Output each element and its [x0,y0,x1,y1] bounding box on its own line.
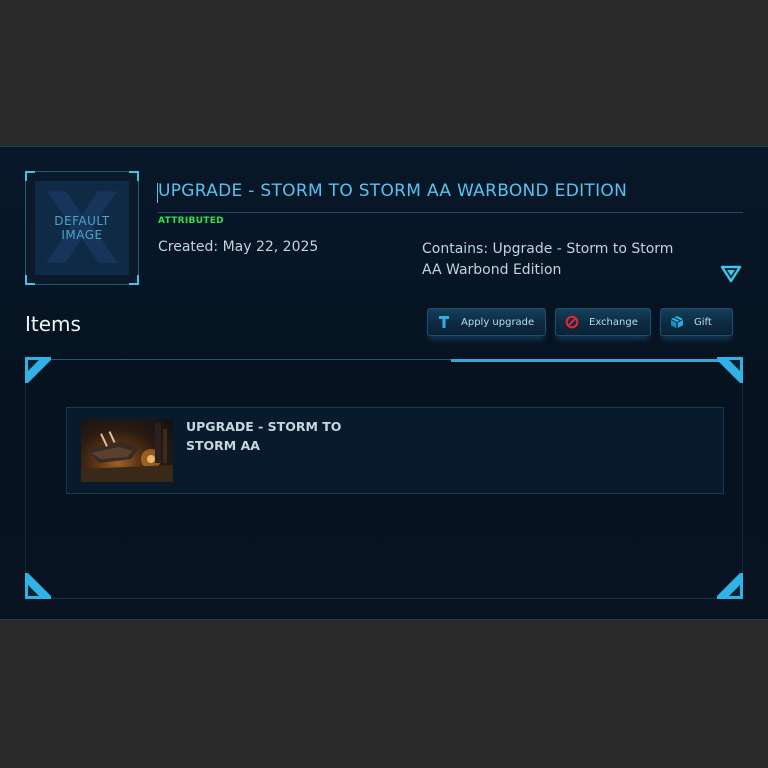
frame-corner-bottom-left [25,569,55,599]
pledge-panel: X DEFAULT IMAGE UPGRADE - STORM TO STORM… [0,146,768,620]
thumbnail-corner [25,275,35,285]
apply-upgrade-button[interactable]: Apply upgrade [427,308,546,336]
thumbnail-corner [129,275,139,285]
default-image-label-line1: DEFAULT [54,214,110,228]
frame-bottom-line [25,598,743,599]
items-heading: Items [25,312,81,336]
title-divider [158,212,743,213]
gift-button[interactable]: Gift [660,308,733,336]
item-card[interactable]: UPGRADE - STORM TO STORM AA [66,407,724,494]
created-date: Created: May 22, 2025 [158,239,319,255]
thumbnail-corner [25,171,35,181]
frame-top-glow [451,359,743,362]
no-entry-icon [565,315,579,329]
pledge-title: UPGRADE - STORM TO STORM AA WARBOND EDIT… [158,181,628,201]
exchange-button[interactable]: Exchange [555,308,651,336]
frame-corner-bottom-right [713,569,743,599]
gift-cube-icon [670,315,684,329]
default-image-placeholder: X DEFAULT IMAGE [35,181,129,275]
status-badge: ATTRIBUTED [158,216,224,226]
frame-corner-top-left [25,357,55,387]
item-thumbnail-image [81,419,173,482]
thumbnail-corner [129,171,139,181]
frame-left-line [25,357,26,599]
triangle-down-icon[interactable] [720,265,742,283]
default-image-label: DEFAULT IMAGE [35,214,129,242]
gift-label: Gift [694,316,712,328]
default-image-label-line2: IMAGE [61,228,103,242]
frame-right-line [742,357,743,599]
pledge-thumbnail: X DEFAULT IMAGE [25,171,139,285]
contains-text: Contains: Upgrade - Storm to Storm AA Wa… [422,241,674,278]
apply-upgrade-label: Apply upgrade [461,316,535,328]
exchange-label: Exchange [589,316,638,328]
frame-corner-top-right [713,357,743,387]
hammer-icon [437,315,451,329]
item-title: UPGRADE - STORM TO STORM AA [186,419,342,453]
